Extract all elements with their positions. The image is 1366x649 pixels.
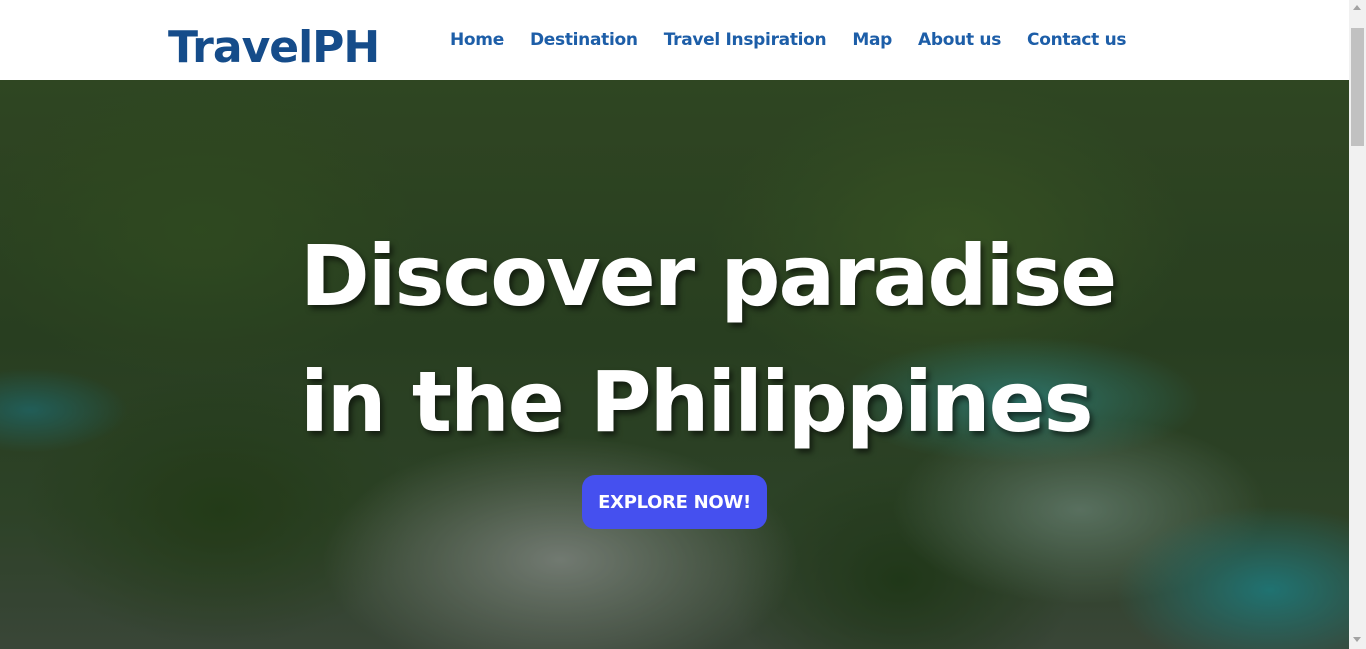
page: TravelPH Home Destination Travel Inspira… [0, 0, 1366, 649]
nav-link-home[interactable]: Home [450, 27, 504, 53]
nav-link-travel-inspiration[interactable]: Travel Inspiration [664, 27, 827, 53]
scroll-up-arrow-icon[interactable] [1353, 5, 1361, 10]
nav-link-contact-us[interactable]: Contact us [1027, 27, 1127, 53]
nav-link-about-us[interactable]: About us [918, 27, 1001, 53]
hero-title: Discover paradise in the Philippines [300, 213, 1117, 465]
explore-now-button[interactable]: EXPLORE NOW! [582, 475, 767, 529]
main-nav: Home Destination Travel Inspiration Map … [450, 27, 1127, 53]
nav-link-destination[interactable]: Destination [530, 27, 638, 53]
hero-section: Discover paradise in the Philippines EXP… [0, 80, 1349, 649]
hero-title-line-1: Discover paradise [300, 227, 1117, 325]
site-header: TravelPH Home Destination Travel Inspira… [0, 0, 1349, 80]
hero-title-line-2: in the Philippines [300, 353, 1094, 451]
page-scrollbar[interactable] [1349, 0, 1366, 649]
nav-link-map[interactable]: Map [852, 27, 892, 53]
scroll-down-arrow-icon[interactable] [1353, 637, 1361, 642]
scrollbar-thumb[interactable] [1351, 28, 1364, 146]
site-logo[interactable]: TravelPH [168, 20, 380, 76]
